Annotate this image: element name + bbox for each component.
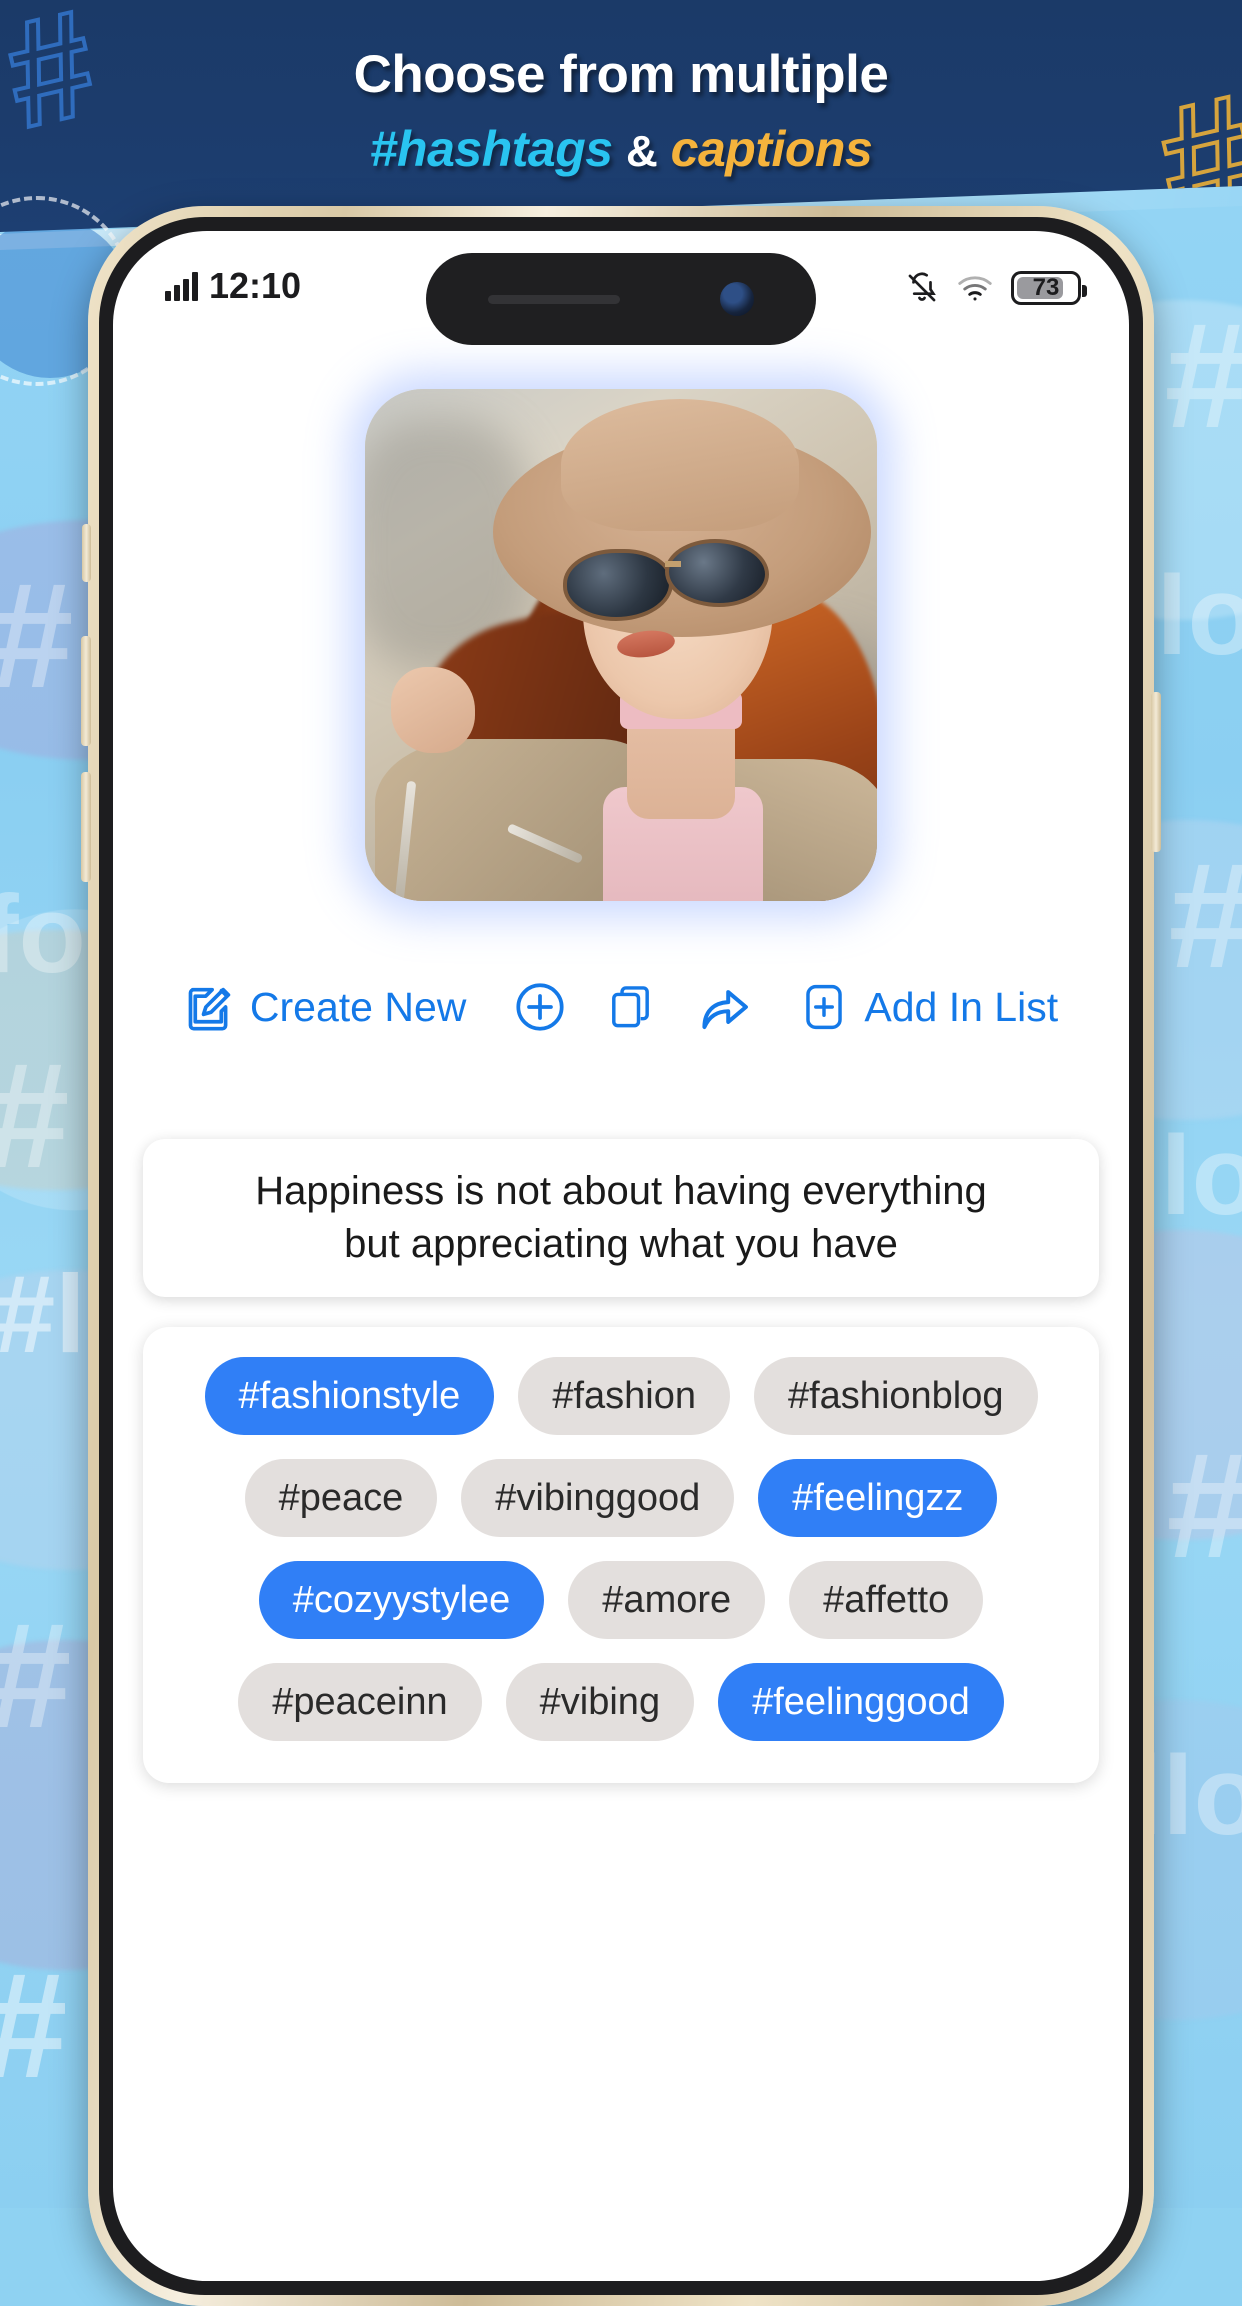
hashtag-chip[interactable]: #cozyystylee xyxy=(258,1561,545,1639)
photo-hand xyxy=(391,667,475,753)
add-in-list-label: Add In List xyxy=(864,983,1059,1030)
bell-slash-icon xyxy=(905,271,939,305)
status-bar-time: 12:10 xyxy=(209,265,302,306)
plus-square-icon xyxy=(798,981,850,1033)
promo-title: Choose from multiple xyxy=(353,45,889,104)
status-bar: 12:10 73 xyxy=(113,231,1129,349)
share-button[interactable] xyxy=(696,979,752,1035)
bg-watermark-text: fo xyxy=(0,873,86,996)
earpiece-speaker-icon xyxy=(488,294,620,304)
phone-bezel: 12:10 73 Create New Add In List Happines… xyxy=(99,217,1143,2295)
battery-icon: 73 xyxy=(1011,271,1087,305)
promo-subtitle: #hashtags & captions xyxy=(0,120,1242,178)
promo-subtitle-ampersand: & xyxy=(625,127,658,176)
caption-card[interactable]: Happiness is not about having everything… xyxy=(143,1139,1099,1297)
hashtag-chip[interactable]: #peace xyxy=(244,1459,438,1537)
bg-watermark-hash: # xyxy=(1169,840,1242,990)
hashtag-row: #fashionstyle #fashion #fashionblog xyxy=(165,1357,1077,1435)
hashtag-chip[interactable]: #feelingzz xyxy=(758,1459,998,1537)
phone-mute-switch[interactable] xyxy=(82,524,91,582)
hashtag-row: #peace #vibinggood #feelingzz xyxy=(165,1459,1077,1537)
status-bar-left: 12:10 xyxy=(165,265,302,306)
hashtag-chip[interactable]: #vibing xyxy=(505,1663,695,1741)
hashtag-chip[interactable]: #vibinggood xyxy=(461,1459,735,1537)
status-bar-right: 73 xyxy=(905,271,1087,305)
bg-watermark-hash: # xyxy=(0,560,73,710)
plus-circle-icon xyxy=(512,979,568,1035)
promo-subtitle-hashtags: #hashtags xyxy=(369,121,613,177)
phone-volume-up-button[interactable] xyxy=(81,636,91,746)
hashtag-row: #peaceinn #vibing #feelinggood xyxy=(165,1663,1077,1741)
bg-watermark-hash: # xyxy=(0,1040,69,1190)
add-button[interactable] xyxy=(512,979,568,1035)
selected-photo[interactable] xyxy=(365,389,877,901)
wifi-icon xyxy=(957,274,993,302)
selected-photo-container[interactable] xyxy=(365,389,877,901)
photo-sunglasses-bridge xyxy=(665,561,681,567)
create-new-label: Create New xyxy=(249,983,467,1030)
copy-button[interactable] xyxy=(606,981,658,1033)
caption-text: Happiness is not about having everything… xyxy=(255,1169,987,1266)
create-new-button[interactable]: Create New xyxy=(184,981,466,1033)
phone-mockup: 12:10 73 Create New Add In List Happines… xyxy=(81,206,1161,2306)
bg-watermark-hash: # xyxy=(0,1950,67,2100)
hashtag-card: #fashionstyle #fashion #fashionblog #peace… xyxy=(143,1327,1099,1783)
hashtag-chip[interactable]: #amore xyxy=(568,1561,766,1639)
photo-sunglasses xyxy=(665,539,769,607)
hashtag-chip[interactable]: #fashionblog xyxy=(753,1357,1038,1435)
promo-subtitle-captions: captions xyxy=(670,121,873,177)
bg-watermark-hash: # xyxy=(1166,1421,1242,1589)
add-in-list-button[interactable]: Add In List xyxy=(798,981,1058,1033)
hashtag-chip[interactable]: #affetto xyxy=(789,1561,984,1639)
bg-watermark-hash: # xyxy=(0,1600,71,1750)
action-toolbar: Create New Add In List xyxy=(113,979,1129,1035)
phone-screen: 12:10 73 Create New Add In List Happines… xyxy=(113,231,1129,2281)
copy-icon xyxy=(606,981,658,1033)
edit-pencil-icon xyxy=(184,981,236,1033)
hashtag-chip[interactable]: #peaceinn xyxy=(238,1663,482,1741)
share-arrow-icon xyxy=(696,979,752,1035)
bg-watermark-hash: # xyxy=(1164,291,1242,459)
phone-power-button[interactable] xyxy=(1151,692,1161,852)
hashtag-chip[interactable]: #fashion xyxy=(518,1357,730,1435)
photo-hat-crown xyxy=(561,399,799,531)
battery-level-text: 73 xyxy=(1032,274,1060,301)
front-camera-icon xyxy=(720,282,754,316)
hashtag-chip[interactable]: #fashionstyle xyxy=(204,1357,495,1435)
signal-bars-icon xyxy=(165,271,198,301)
hashtag-row: #cozyystylee #amore #affetto xyxy=(165,1561,1077,1639)
phone-volume-down-button[interactable] xyxy=(81,772,91,882)
hashtag-chip[interactable]: #feelinggood xyxy=(718,1663,1004,1741)
bg-watermark-text: #l xyxy=(0,1253,86,1376)
dynamic-island xyxy=(426,253,816,345)
